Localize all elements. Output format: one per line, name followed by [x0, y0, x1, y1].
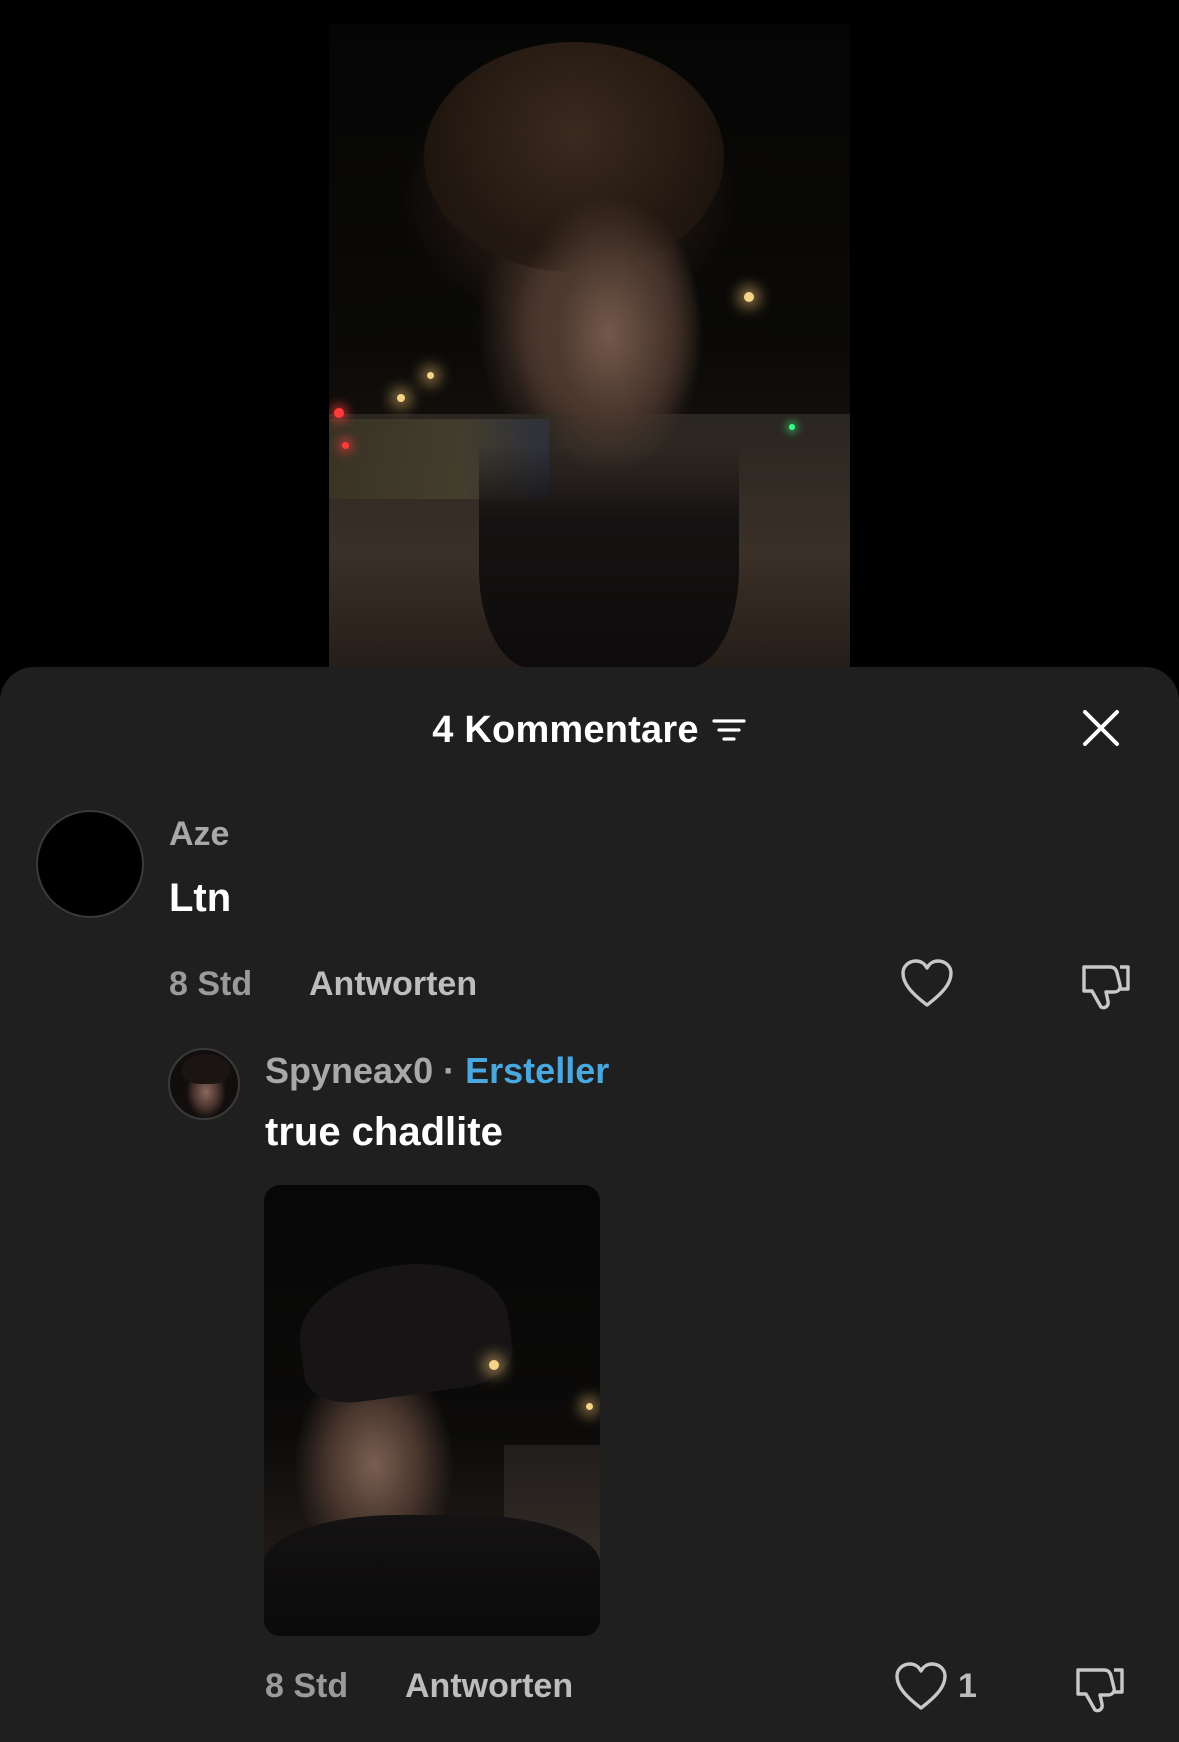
heart-icon[interactable]: [894, 1662, 948, 1712]
street-light: [744, 292, 754, 302]
traffic-light-red: [334, 408, 344, 418]
comment-timestamp: 8 Std: [265, 1667, 349, 1705]
like-count: 1: [958, 1667, 977, 1705]
comments-sheet: 4 Kommentare Aze Ltn 8 Std Antworten Spy…: [0, 667, 1179, 1742]
separator-dot: ·: [443, 1050, 456, 1091]
avatar[interactable]: [168, 1048, 240, 1120]
video-person: [479, 174, 739, 668]
video-area: [0, 0, 1179, 668]
traffic-light-green: [789, 424, 795, 430]
street-light: [489, 1360, 499, 1370]
comment-username[interactable]: Spyneax0: [265, 1050, 433, 1091]
thumbnail-jacket: [264, 1515, 600, 1636]
dislike-icon[interactable]: [1074, 1662, 1126, 1714]
street-light: [586, 1403, 593, 1410]
street-light: [427, 372, 434, 379]
thumbnail-beanie: [290, 1251, 518, 1409]
comment-text: true chadlite: [265, 1110, 503, 1154]
comment-reply-item: Spyneax0 · Ersteller true chadlite 8 Std…: [0, 667, 1179, 1742]
comment-header: Spyneax0 · Ersteller: [265, 1050, 609, 1092]
video-preview[interactable]: [329, 24, 850, 668]
creator-badge: Ersteller: [465, 1050, 610, 1091]
reply-button[interactable]: Antworten: [405, 1667, 573, 1706]
traffic-light-red: [342, 442, 349, 449]
street-light: [397, 394, 405, 402]
comment-video-thumbnail[interactable]: [264, 1185, 600, 1636]
